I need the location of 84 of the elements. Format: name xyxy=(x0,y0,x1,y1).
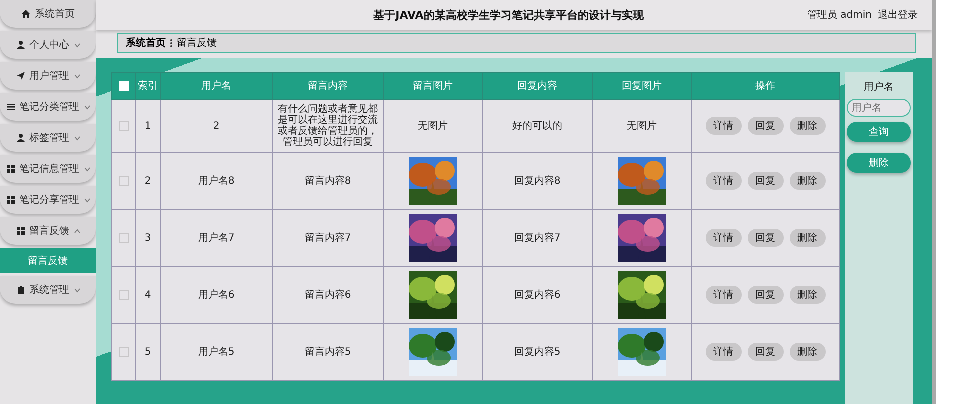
chevron-icon xyxy=(74,228,80,234)
action-button[interactable]: 回复 xyxy=(748,343,784,361)
chevron-icon xyxy=(84,166,90,172)
grid-icon xyxy=(6,164,16,174)
table-cell: 2 xyxy=(136,152,160,210)
field-label: 用户名 xyxy=(864,80,894,94)
person-icon xyxy=(16,40,26,50)
column-header: 索引 xyxy=(136,72,160,100)
chevron-icon xyxy=(74,42,80,48)
chevron-icon xyxy=(84,104,90,110)
chevron-icon xyxy=(84,198,90,202)
action-button[interactable]: 详情 xyxy=(706,286,742,304)
column-header: 回复图片 xyxy=(592,72,692,100)
sidebar-item[interactable]: 系统首页 xyxy=(0,0,96,28)
list-icon xyxy=(6,102,16,112)
sidebar-item[interactable]: 用户管理 xyxy=(0,62,96,90)
checkbox[interactable] xyxy=(118,232,128,243)
column-header: 用户名 xyxy=(160,72,272,100)
checkbox[interactable] xyxy=(118,346,128,357)
sidebar-item[interactable]: 标签管理 xyxy=(0,124,96,152)
grid-icon xyxy=(16,226,26,236)
table-cell: 回复内容8 xyxy=(482,152,592,210)
table-cell: 留言内容6 xyxy=(272,266,384,324)
table-cell: 用户名5 xyxy=(160,324,272,380)
action-button[interactable]: 详情 xyxy=(706,343,742,361)
column-header: 留言内容 xyxy=(272,72,384,100)
action-button[interactable]: 详情 xyxy=(706,229,742,247)
action-button[interactable]: 回复 xyxy=(748,117,784,135)
table-cell: 无图片 xyxy=(384,100,482,152)
breadcrumb-item[interactable]: 系统首页 xyxy=(126,36,166,50)
clipboard-icon xyxy=(16,285,26,295)
separator-icon xyxy=(170,38,173,48)
action-button[interactable]: 详情 xyxy=(706,117,742,135)
table-cell: 留言内容5 xyxy=(272,324,384,380)
table-cell: 好的可以的 xyxy=(482,100,592,152)
table-cell: 4 xyxy=(136,266,160,324)
sidebar-item[interactable]: 留言反馈 xyxy=(0,217,96,245)
table-cell: 用户名6 xyxy=(160,266,272,324)
action-button[interactable]: 删除 xyxy=(790,343,826,361)
sidebar-item[interactable]: 系统管理 xyxy=(0,276,96,304)
table-cell: 无图片 xyxy=(592,100,692,152)
logout-link[interactable]: 退出登录 xyxy=(878,8,918,22)
table-cell: 留言内容7 xyxy=(272,210,384,266)
scrollbar[interactable] xyxy=(932,0,936,404)
checkbox[interactable] xyxy=(118,290,128,300)
action-button[interactable]: 回复 xyxy=(748,229,784,247)
user-label: 管理员 admin xyxy=(807,9,872,22)
action-button[interactable]: 回复 xyxy=(748,286,784,304)
action-button[interactable]: 详情 xyxy=(706,172,742,190)
sidebar-item[interactable]: 笔记信息管理 xyxy=(0,155,96,183)
table-cell: 用户名7 xyxy=(160,210,272,266)
table-cell: 1 xyxy=(136,100,160,152)
action-button[interactable]: 删除 xyxy=(790,117,826,135)
column-header: 操作 xyxy=(692,72,840,100)
home-icon xyxy=(21,9,31,19)
table-cell: 有什么问题或者意见都是可以在这里进行交流或者反馈给管理员的，管理员可以进行回复 xyxy=(272,100,384,152)
sidebar-item[interactable]: 笔记分类管理 xyxy=(0,93,96,121)
action-button[interactable]: 删除 xyxy=(790,229,826,247)
table-cell: 3 xyxy=(136,210,160,266)
chevron-icon xyxy=(74,74,80,78)
table-cell: 5 xyxy=(136,324,160,380)
paper-plane-icon xyxy=(16,71,26,81)
checkbox[interactable] xyxy=(118,120,128,131)
search-field[interactable]: 用户名 xyxy=(847,99,911,117)
sidebar-item[interactable]: 个人中心 xyxy=(0,31,96,59)
table-cell: 用户名8 xyxy=(160,152,272,210)
sidebar-item[interactable]: 笔记分享管理 xyxy=(0,186,96,214)
app-title: 基于JAVA的某高校学生学习笔记共享平台的设计与实现 xyxy=(372,8,645,22)
breadcrumb-item[interactable]: 留言反馈 xyxy=(177,36,217,50)
checkbox[interactable] xyxy=(118,176,128,186)
table-cell: 留言内容8 xyxy=(272,152,384,210)
chevron-icon xyxy=(74,136,80,140)
chevron-icon xyxy=(74,288,80,292)
table-cell: 2 xyxy=(160,100,272,152)
action-button[interactable]: 删除 xyxy=(790,286,826,304)
grid-icon xyxy=(6,195,16,205)
table-cell: 回复内容6 xyxy=(482,266,592,324)
column-header: 回复内容 xyxy=(482,72,592,100)
person-icon xyxy=(16,133,26,143)
table-cell: 回复内容5 xyxy=(482,324,592,380)
column-header: 留言图片 xyxy=(384,72,482,100)
action-button[interactable]: 删除 xyxy=(790,172,826,190)
table-cell: 回复内容7 xyxy=(482,210,592,266)
action-button[interactable]: 回复 xyxy=(748,172,784,190)
